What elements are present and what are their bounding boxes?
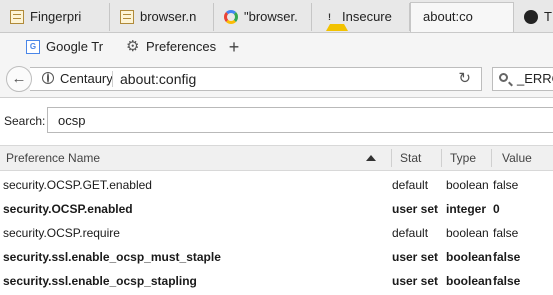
tab-about-config[interactable]: about:co xyxy=(410,2,514,32)
pref-status: user set xyxy=(392,250,439,264)
column-header-name[interactable]: Preference Name xyxy=(0,146,380,170)
site-identity[interactable]: Centaury xyxy=(42,68,113,90)
warning-icon: ! xyxy=(322,10,352,31)
pref-name: security.OCSP.GET.enabled xyxy=(3,178,152,192)
pref-value: false xyxy=(493,274,521,288)
tab-strip: Fingerpri browser.n "browser. ! Insecure… xyxy=(0,0,553,33)
pref-status: user set xyxy=(392,202,439,216)
tab-label: "browser. xyxy=(244,9,298,24)
column-divider xyxy=(391,149,392,167)
sort-ascending-icon xyxy=(366,155,376,161)
pref-value: false xyxy=(493,178,519,192)
bookmarks-toolbar: G Google Tr ⚙ Preferences + xyxy=(0,33,553,60)
pref-name: security.OCSP.enabled xyxy=(3,202,133,216)
reload-icon[interactable]: ↻ xyxy=(458,68,471,90)
google-icon xyxy=(224,10,238,24)
table-row[interactable]: security.ssl.enable_ocsp_must_staple use… xyxy=(0,245,553,269)
url-divider xyxy=(112,71,113,87)
table-row[interactable]: security.OCSP.require default boolean fa… xyxy=(0,221,553,245)
pref-status: default xyxy=(392,178,429,192)
identity-label: Centaury xyxy=(60,71,113,86)
table-row[interactable]: security.ssl.enable_ocsp_stapling user s… xyxy=(0,269,553,293)
pref-name: security.ssl.enable_ocsp_stapling xyxy=(3,274,197,288)
url-text[interactable]: about:config xyxy=(120,68,196,90)
tab-fingerprinting[interactable]: Fingerpri xyxy=(0,3,110,31)
add-bookmark-button[interactable]: + xyxy=(224,38,244,58)
search-icon xyxy=(499,73,508,82)
pref-name: security.OCSP.require xyxy=(3,226,120,240)
tab-label: about:co xyxy=(423,9,473,24)
table-row[interactable]: security.OCSP.enabled user set integer 0 xyxy=(0,197,553,221)
pref-type: integer xyxy=(446,202,487,216)
column-header-type[interactable]: Type xyxy=(444,146,490,170)
tab-label: T xyxy=(544,9,552,24)
search-bar[interactable]: _ERRO xyxy=(492,67,553,91)
tab-google-browser[interactable]: "browser. xyxy=(214,3,312,31)
navigation-bar: Centaury about:config ↻ ← _ERRO xyxy=(0,60,553,98)
bookmark-label: Google Tr xyxy=(46,39,104,54)
tab-browser-n[interactable]: browser.n xyxy=(110,3,214,31)
bookmark-google-translate[interactable]: G Google Tr xyxy=(24,37,103,57)
bookmark-label: Preferences xyxy=(146,39,217,54)
pref-status: user set xyxy=(392,274,439,288)
back-arrow-icon: ← xyxy=(11,70,27,87)
google-translate-icon: G xyxy=(26,40,40,54)
search-label: Search: xyxy=(4,114,46,128)
config-search-input[interactable] xyxy=(47,107,553,133)
pref-name: security.ssl.enable_ocsp_must_staple xyxy=(3,250,221,264)
back-button[interactable]: ← xyxy=(6,66,32,92)
gear-icon: ⚙ xyxy=(126,38,140,55)
url-bar[interactable]: Centaury about:config ↻ xyxy=(30,67,482,91)
pref-type: boolean xyxy=(446,250,493,264)
bookmark-preferences[interactable]: ⚙ Preferences xyxy=(124,37,216,57)
column-divider xyxy=(491,149,492,167)
column-header-status-label: Stat xyxy=(400,151,422,165)
column-divider xyxy=(441,149,442,167)
column-header-value[interactable]: Value xyxy=(496,146,553,170)
tab-label: browser.n xyxy=(140,9,197,24)
table-header: Preference Name Stat Type Value xyxy=(0,145,553,171)
pref-type: boolean xyxy=(446,274,493,288)
pref-type: boolean xyxy=(446,226,489,240)
pref-value: 0 xyxy=(493,202,500,216)
table-row[interactable]: security.OCSP.GET.enabled default boolea… xyxy=(0,173,553,197)
plus-icon: + xyxy=(228,37,240,57)
pref-value: false xyxy=(493,250,521,264)
globe-icon xyxy=(42,72,54,84)
pref-type: boolean xyxy=(446,178,489,192)
github-icon xyxy=(524,10,538,24)
document-icon xyxy=(10,10,24,24)
column-header-status[interactable]: Stat xyxy=(394,146,440,170)
pref-status: default xyxy=(392,226,429,240)
document-icon xyxy=(120,10,134,24)
search-text: _ERRO xyxy=(517,71,553,86)
tab-label: Fingerpri xyxy=(30,9,82,24)
tab-github[interactable]: T xyxy=(514,3,553,31)
tab-insecure[interactable]: ! Insecure xyxy=(312,3,410,31)
pref-value: false xyxy=(493,226,519,240)
